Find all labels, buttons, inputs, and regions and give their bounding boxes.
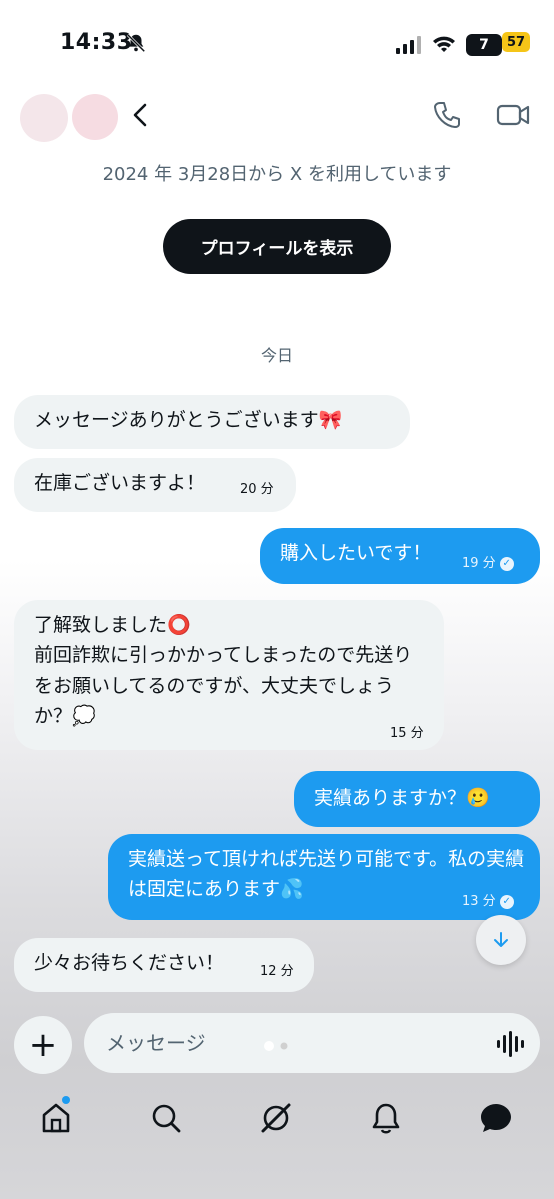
bell-off-icon: [126, 33, 146, 53]
phone-icon[interactable]: [432, 100, 462, 130]
notification-dot: [62, 1096, 70, 1104]
add-media-button[interactable]: +: [14, 1016, 72, 1074]
message-time: 20 分: [240, 482, 274, 497]
carrier-badge: 7: [466, 34, 502, 56]
status-time: 14:33: [60, 30, 133, 55]
video-call-icon[interactable]: [496, 100, 530, 130]
battery-indicator: 57: [502, 32, 530, 52]
message-text: 購入したいです！: [280, 542, 432, 564]
read-check-icon: ✓: [499, 894, 514, 909]
message-time: 12 分: [260, 964, 294, 979]
joined-date-text: 2024 年 3月28日から X を利用しています: [102, 164, 452, 185]
messages-icon[interactable]: [478, 1100, 514, 1136]
message-text: メッセージありがとうございます🎀: [34, 409, 343, 431]
message-text: 少々お待ちください！: [34, 952, 225, 974]
wifi-icon: [433, 36, 455, 52]
page-dots-icon: [264, 1041, 288, 1051]
scroll-down-button[interactable]: [476, 915, 526, 965]
message-time: 13 分: [462, 894, 496, 909]
read-check-icon: ✓: [499, 556, 514, 571]
avatar[interactable]: [72, 94, 118, 140]
message-sent[interactable]: 実績ありますか？🥲: [294, 771, 540, 827]
message-time: 19 分: [462, 556, 496, 571]
voice-message-icon[interactable]: [496, 1030, 524, 1058]
message-received[interactable]: 了解致しました⭕ 前回詐欺に引っかかってしまったので先送りをお願いしてるのですが…: [14, 600, 444, 750]
message-time: 15 分: [390, 726, 424, 741]
search-icon[interactable]: [148, 1100, 184, 1136]
back-chevron-icon[interactable]: [128, 100, 152, 130]
grok-icon[interactable]: [258, 1100, 294, 1136]
date-divider: 今日: [260, 346, 293, 365]
message-sent[interactable]: 実績送って頂ければ先送り可能です。私の実績は固定にあります💦 13 分 ✓: [108, 834, 540, 920]
message-text: 了解致しました⭕ 前回詐欺に引っかかってしまったので先送りをお願いしてるのですが…: [34, 614, 413, 728]
avatar[interactable]: [20, 94, 68, 142]
message-text: 在庫ございますよ！: [34, 472, 206, 494]
home-icon[interactable]: [38, 1100, 74, 1136]
message-input[interactable]: [84, 1013, 540, 1073]
message-sent[interactable]: 購入したいです！ 19 分 ✓: [260, 528, 540, 584]
signal-icon: [396, 36, 421, 54]
notifications-bell-icon[interactable]: [368, 1100, 404, 1136]
message-received[interactable]: メッセージありがとうございます🎀: [14, 395, 410, 449]
message-received[interactable]: 少々お待ちください！ 12 分: [14, 938, 314, 992]
message-text: 実績ありますか？🥲: [314, 787, 490, 809]
arrow-down-icon: [494, 932, 508, 947]
view-profile-button[interactable]: プロフィールを表示: [163, 219, 391, 274]
message-received[interactable]: 在庫ございますよ！ 20 分: [14, 458, 296, 512]
